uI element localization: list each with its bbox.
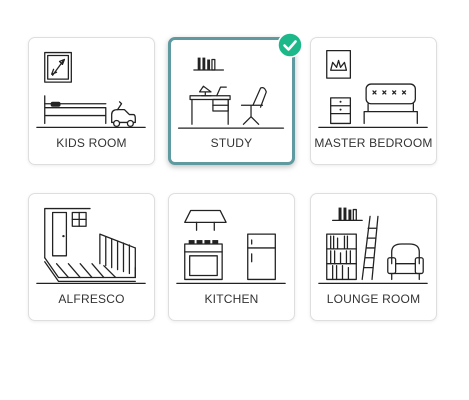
room-label: LOUNGE ROOM — [326, 292, 421, 306]
kitchen-icon — [176, 209, 286, 285]
kids-room-icon — [36, 51, 146, 129]
study-icon — [178, 57, 285, 129]
alfresco-icon — [36, 207, 146, 285]
room-card-master-bedroom[interactable]: MASTER BEDROOM — [310, 37, 437, 165]
room-label: KIDS ROOM — [56, 136, 127, 150]
room-label: STUDY — [210, 136, 253, 150]
room-card-study[interactable]: STUDY — [168, 37, 295, 165]
room-card-lounge-room[interactable]: LOUNGE ROOM — [310, 193, 437, 321]
room-card-kitchen[interactable]: KITCHEN — [168, 193, 295, 321]
room-card-alfresco[interactable]: ALFRESCO — [28, 193, 155, 321]
room-label: MASTER BEDROOM — [314, 136, 433, 150]
room-label: ALFRESCO — [58, 292, 125, 306]
check-badge-icon — [277, 32, 303, 58]
lounge-room-icon — [318, 207, 428, 285]
bedroom-icon — [318, 49, 428, 129]
room-label: KITCHEN — [204, 292, 259, 306]
room-card-kids-room[interactable]: KIDS ROOM — [28, 37, 155, 165]
